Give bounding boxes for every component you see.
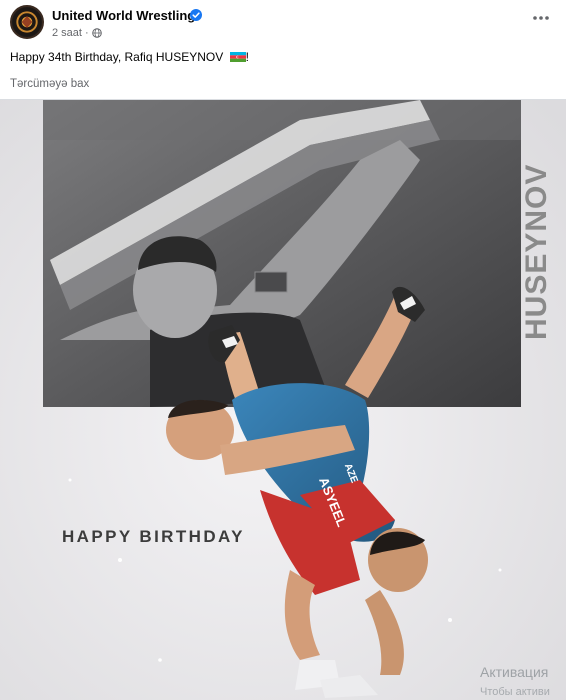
post-message: Happy 34th Birthday, Rafiq HUSEYNOV ! [10, 50, 249, 64]
windows-activation-hint: Чтобы активи [480, 686, 550, 698]
post-timestamp[interactable]: 2 saat [52, 27, 82, 39]
post-message-text: Happy 34th Birthday, Rafiq HUSEYNOV [10, 50, 224, 64]
vertical-name-text: HUSEYNOV [520, 163, 553, 340]
more-options-icon[interactable] [526, 8, 556, 28]
happy-birthday-headline: HAPPY BIRTHDAY [62, 527, 245, 546]
windows-activation-title: Активация [480, 664, 549, 680]
post-image[interactable]: HUSEYNOV ASYEEL AZE [0, 100, 566, 700]
page-name-link[interactable]: United World Wrestling [52, 8, 195, 23]
uww-logo-icon[interactable] [10, 5, 44, 39]
post-message-suffix: ! [245, 50, 249, 64]
globe-icon [91, 28, 102, 38]
verified-badge-icon [190, 9, 202, 21]
azerbaijan-flag-icon [229, 52, 246, 62]
post-meta: 2 saat · [52, 27, 102, 39]
see-translation-link[interactable]: Tərcüməyə bax [10, 78, 89, 90]
post-header: United World Wrestling 2 saat · [0, 0, 566, 44]
meta-separator: · [84, 27, 89, 39]
